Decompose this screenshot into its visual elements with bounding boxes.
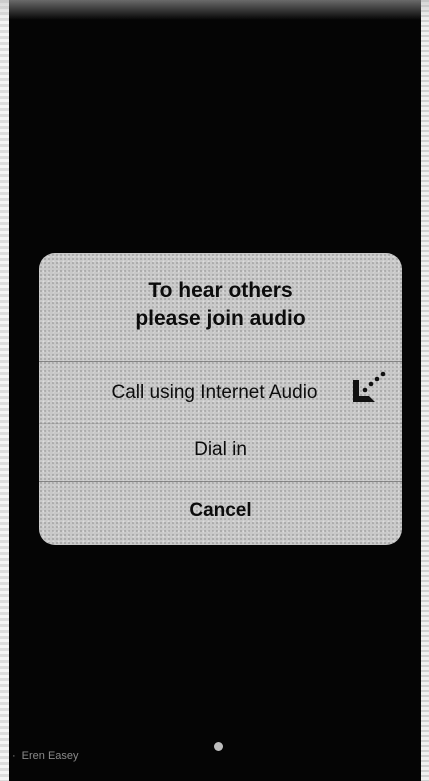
- bullet: ·: [12, 750, 16, 762]
- scanned-screenshot: To hear others please join audio Call us…: [0, 0, 429, 781]
- scan-edge-right: [421, 0, 429, 781]
- dial-in-label: Dial in: [194, 439, 247, 460]
- pointer-arrow-icon: [353, 371, 386, 402]
- call-using-internet-audio-label: Call using Internet Audio: [111, 382, 318, 403]
- scan-top-edge: [0, 0, 429, 20]
- dialog-title: To hear others please join audio: [39, 277, 402, 333]
- dialog-title-line-1: To hear others: [148, 279, 293, 302]
- scan-edge-left: [0, 0, 9, 781]
- divider: [39, 361, 402, 362]
- join-audio-dialog: To hear others please join audio Call us…: [39, 253, 402, 545]
- dot-icon: [214, 742, 223, 751]
- divider: [39, 481, 402, 482]
- cancel-button[interactable]: Cancel: [39, 485, 402, 537]
- participant-name: Eren Easey: [21, 750, 79, 762]
- dialog-title-line-2: please join audio: [135, 307, 306, 330]
- dial-in-button[interactable]: Dial in: [39, 423, 402, 477]
- cancel-label: Cancel: [189, 500, 252, 521]
- participant-name-label: · Eren Easey: [12, 750, 79, 762]
